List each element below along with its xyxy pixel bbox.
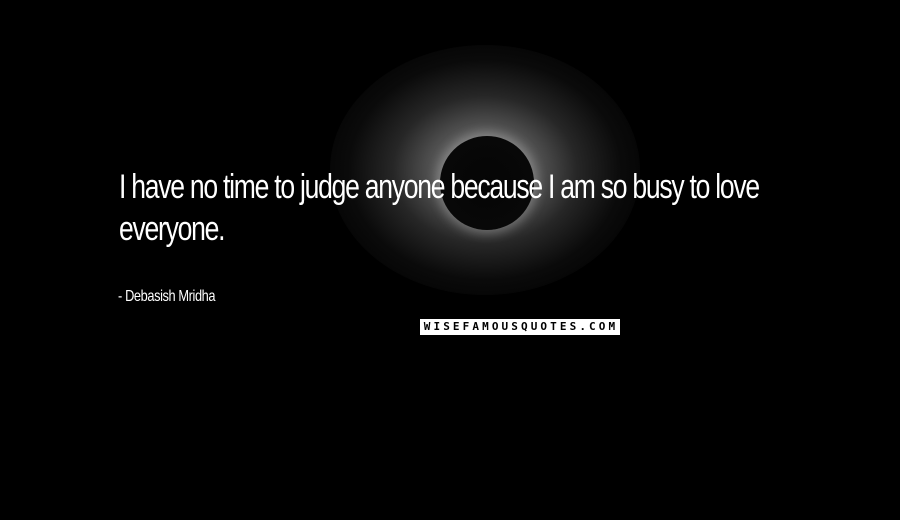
quote-attribution: - Debasish Mridha [118, 288, 216, 306]
site-watermark: WISEFAMOUSQUOTES.COM [420, 319, 620, 335]
quote-text: I have no time to judge anyone because I… [119, 166, 821, 250]
quote-image: I have no time to judge anyone because I… [0, 0, 900, 520]
quote-line-2: everyone. [119, 210, 225, 248]
quote-line-1: I have no time to judge anyone because I… [119, 168, 760, 206]
attribution-dash: - [118, 288, 122, 305]
author-name: Debasish Mridha [125, 288, 216, 305]
